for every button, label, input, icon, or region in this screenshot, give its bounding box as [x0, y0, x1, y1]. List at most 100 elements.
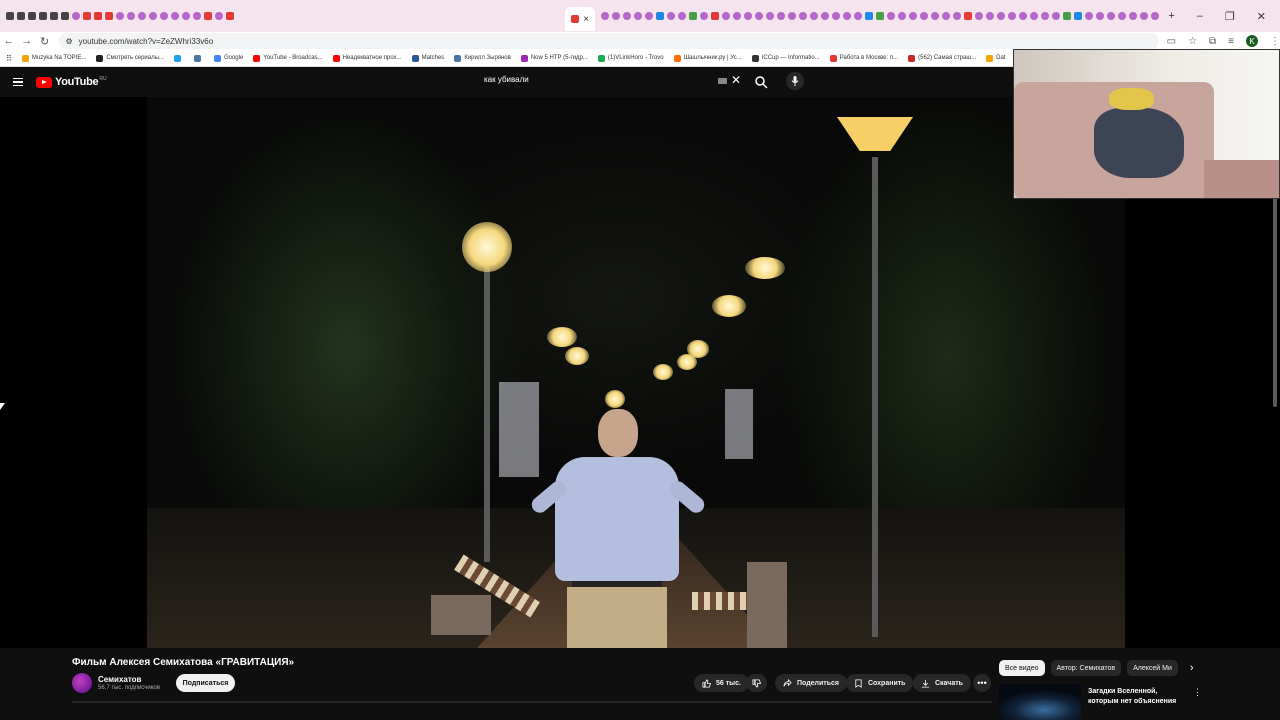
tab-favicon-icon[interactable]: [854, 12, 863, 20]
reload-icon[interactable]: ↻: [36, 35, 54, 48]
profile-avatar[interactable]: K: [1246, 35, 1259, 47]
channel-avatar[interactable]: [72, 673, 92, 693]
voice-search-button[interactable]: [786, 72, 804, 90]
tab-favicon-icon[interactable]: [744, 12, 753, 20]
tab-favicon-icon[interactable]: [6, 12, 14, 20]
bookmark-item[interactable]: [173, 54, 184, 62]
bookmark-star-icon[interactable]: ☆: [1188, 36, 1197, 47]
youtube-logo[interactable]: YouTube RU: [36, 76, 107, 88]
back-icon[interactable]: ←: [0, 35, 18, 47]
page-scrollbar[interactable]: [1273, 197, 1277, 407]
tab-favicon-icon[interactable]: [50, 12, 58, 20]
tab-favicon-icon[interactable]: [755, 12, 764, 20]
tab-favicon-icon[interactable]: [876, 12, 885, 20]
tab-favicon-icon[interactable]: [623, 12, 632, 20]
tab-favicon-icon[interactable]: [1096, 12, 1105, 20]
tab-favicon-icon[interactable]: [17, 12, 25, 20]
bookmark-item[interactable]: (562) Самая страш...: [908, 54, 976, 62]
tab-favicon-icon[interactable]: [953, 12, 962, 20]
chip-author[interactable]: Автор: Семихатов: [1050, 660, 1122, 676]
tab-favicon-icon[interactable]: [909, 12, 918, 20]
tab-favicon-icon[interactable]: [821, 12, 830, 20]
dislike-button[interactable]: [746, 674, 767, 692]
subscribe-button[interactable]: Подписаться: [176, 674, 235, 692]
tab-favicon-icon[interactable]: [689, 12, 698, 20]
tab-favicon-icon[interactable]: [799, 12, 808, 20]
bookmark-item[interactable]: [193, 54, 204, 62]
tab-favicon-icon[interactable]: [997, 12, 1006, 20]
tab-favicon-icon[interactable]: [612, 12, 621, 20]
tab-favicon-icon[interactable]: [1074, 12, 1083, 20]
bookmark-item[interactable]: Muzyka Na TOPIE...: [21, 54, 86, 62]
tab-favicon-icon[interactable]: [898, 12, 907, 20]
save-button[interactable]: Сохранить: [846, 674, 914, 692]
tab-favicon-icon[interactable]: [843, 12, 852, 20]
bookmark-item[interactable]: Смотреть сериалы...: [96, 54, 164, 62]
search-input[interactable]: как убивали: [484, 75, 529, 84]
tab-favicon-icon[interactable]: [226, 12, 234, 20]
tab-favicon-icon[interactable]: [1151, 12, 1160, 20]
tab-favicon-icon[interactable]: [105, 12, 113, 20]
bookmark-item[interactable]: Шашлычник.ру | Ус...: [673, 54, 742, 62]
tab-favicon-icon[interactable]: [766, 12, 775, 20]
tab-favicon-icon[interactable]: [1063, 12, 1072, 20]
search-icon[interactable]: [754, 75, 768, 89]
tab-favicon-icon[interactable]: [193, 12, 201, 20]
bookmark-item[interactable]: Работа в Москве: п...: [829, 54, 898, 62]
tab-favicon-icon[interactable]: [931, 12, 940, 20]
tab-favicon-icon[interactable]: [127, 12, 135, 20]
tab-close-button[interactable]: ×: [583, 14, 589, 25]
tab-favicon-icon[interactable]: [72, 12, 80, 20]
tab-favicon-icon[interactable]: [733, 12, 742, 20]
tab-favicon-icon[interactable]: [920, 12, 929, 20]
media-icon[interactable]: ≡: [1228, 36, 1234, 47]
tab-favicon-icon[interactable]: [116, 12, 124, 20]
tab-favicon-icon[interactable]: [634, 12, 643, 20]
bookmark-item[interactable]: Неадекватное прох...: [332, 54, 402, 62]
close-window-icon[interactable]: ✕: [1257, 10, 1266, 23]
minimize-icon[interactable]: –: [1197, 10, 1203, 23]
tab-favicon-icon[interactable]: [28, 12, 36, 20]
chip-all-videos[interactable]: Все видео: [999, 660, 1045, 676]
tab-favicon-icon[interactable]: [810, 12, 819, 20]
tab-favicon-icon[interactable]: [61, 12, 69, 20]
tab-favicon-icon[interactable]: [601, 12, 610, 20]
download-button[interactable]: Скачать: [913, 674, 971, 692]
chrome-menu-icon[interactable]: ⋮: [1270, 36, 1280, 47]
tab-favicon-icon[interactable]: [1107, 12, 1116, 20]
tab-favicon-icon[interactable]: [1140, 12, 1149, 20]
tab-favicon-icon[interactable]: [171, 12, 179, 20]
tab-favicon-icon[interactable]: [711, 12, 720, 20]
recommendation-title[interactable]: Загадки Вселенной, которым нет объяснени…: [1088, 687, 1188, 707]
tab-favicon-icon[interactable]: [1019, 12, 1028, 20]
tab-favicon-icon[interactable]: [942, 12, 951, 20]
tab-favicon-icon[interactable]: [1118, 12, 1127, 20]
clear-search-icon[interactable]: ✕: [731, 73, 741, 87]
site-info-icon[interactable]: ⚙: [65, 37, 72, 46]
tab-favicon-icon[interactable]: [678, 12, 687, 20]
tab-favicon-icon[interactable]: [667, 12, 676, 20]
chevron-right-icon[interactable]: ›: [1190, 662, 1194, 674]
url-field[interactable]: ⚙ youtube.com/watch?v=ZeZWhri33v6o: [59, 33, 1159, 49]
recommendation-menu-icon[interactable]: ⋮: [1193, 687, 1202, 698]
bookmark-item[interactable]: Google: [213, 54, 243, 62]
tab-favicon-icon[interactable]: [865, 12, 874, 20]
restore-icon[interactable]: ❐: [1225, 10, 1235, 23]
more-actions-button[interactable]: •••: [973, 674, 991, 692]
cast-icon[interactable]: ▭: [1167, 36, 1176, 47]
tab-favicon-icon[interactable]: [700, 12, 709, 20]
bookmark-item[interactable]: Now 5 НТР (5-гидр...: [520, 54, 588, 62]
tab-favicon-icon[interactable]: [1041, 12, 1050, 20]
tab-favicon-icon[interactable]: [160, 12, 168, 20]
like-button[interactable]: 56 тыс.: [694, 674, 749, 692]
bookmark-item[interactable]: (1)VLinkHoro - Trovo: [597, 54, 664, 62]
tab-favicon-icon[interactable]: [722, 12, 731, 20]
channel-name[interactable]: Семихатов: [98, 675, 141, 684]
tab-favicon-icon[interactable]: [832, 12, 841, 20]
tab-favicon-icon[interactable]: [1008, 12, 1017, 20]
active-tab[interactable]: ×: [565, 7, 596, 31]
tab-favicon-icon[interactable]: [986, 12, 995, 20]
tab-favicon-icon[interactable]: [83, 12, 91, 20]
tab-favicon-icon[interactable]: [94, 12, 102, 20]
chip-alexey[interactable]: Алексей Ми: [1127, 660, 1178, 676]
